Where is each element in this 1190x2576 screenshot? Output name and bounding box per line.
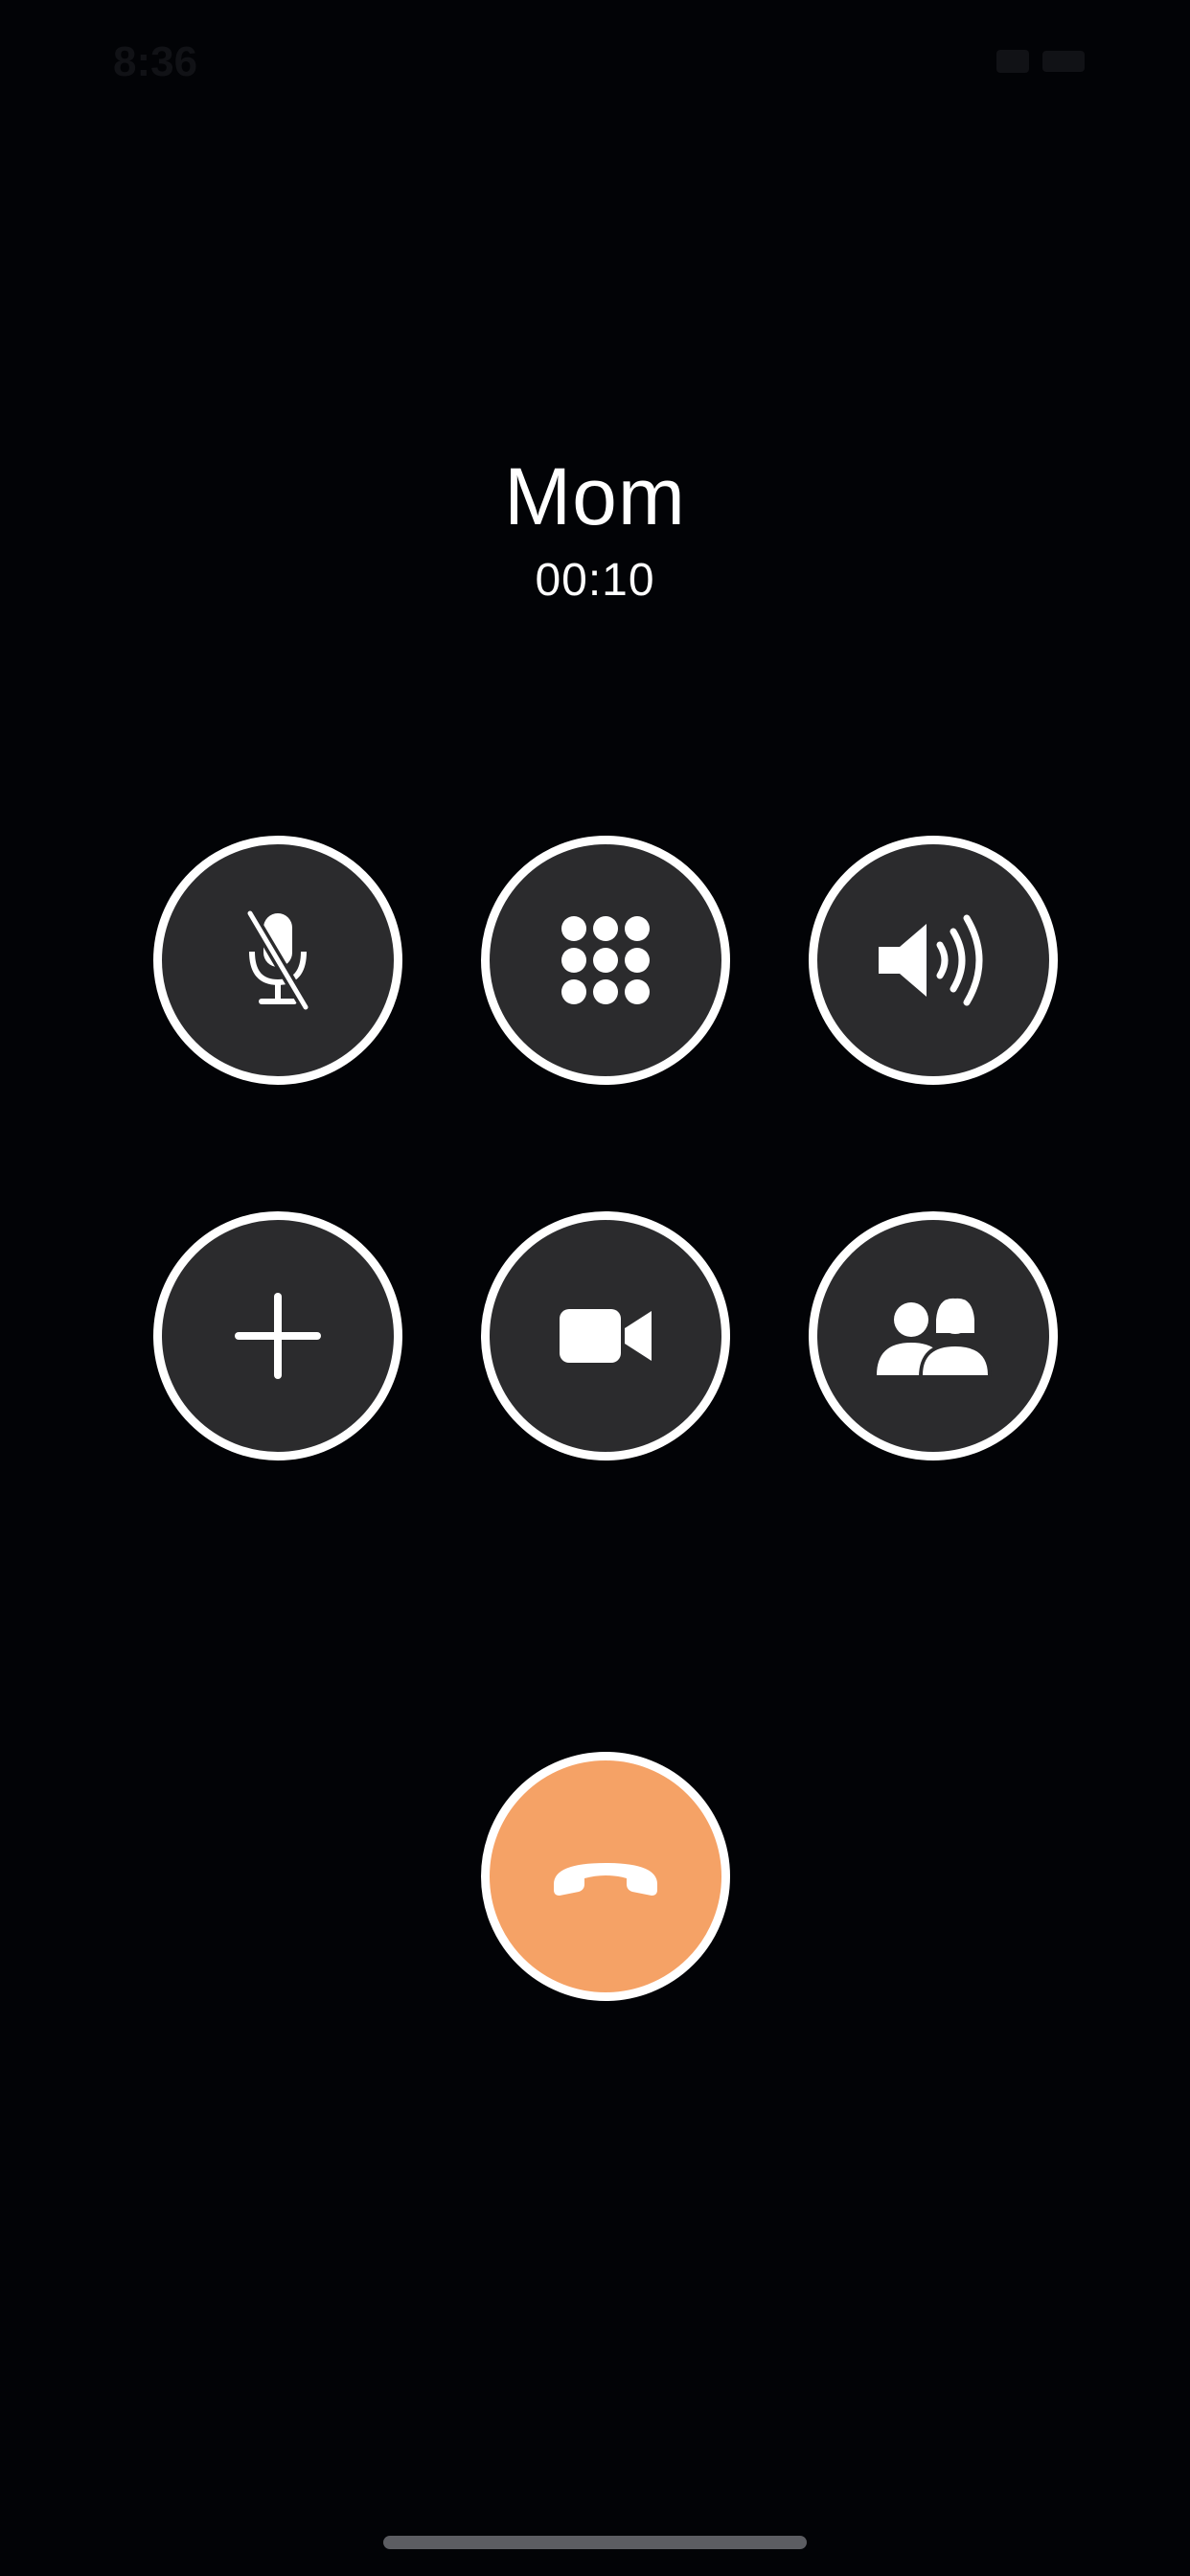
home-indicator[interactable] (383, 2536, 807, 2549)
microphone-slash-icon (244, 909, 311, 1011)
contacts-icon (877, 1298, 992, 1377)
wifi-icon (996, 50, 1029, 73)
plus-icon (235, 1293, 321, 1379)
battery-icon (1042, 51, 1085, 72)
status-time: 8:36 (113, 38, 198, 85)
mute-button[interactable] (153, 836, 402, 1085)
video-camera-icon (560, 1309, 652, 1363)
speaker-button[interactable] (809, 836, 1058, 1085)
status-icons (996, 50, 1085, 73)
status-bar: 8:36 (0, 0, 1190, 125)
keypad-icon (561, 916, 650, 1004)
contacts-button[interactable] (809, 1211, 1058, 1460)
end-call-button[interactable] (481, 1752, 730, 2001)
add-call-button[interactable] (153, 1211, 402, 1460)
phone-hangup-icon (554, 1863, 657, 1896)
keypad-button[interactable] (481, 836, 730, 1085)
speaker-icon (879, 914, 983, 1006)
caller-name: Mom (504, 451, 686, 541)
facetime-button[interactable] (481, 1211, 730, 1460)
call-timer: 00:10 (535, 555, 655, 606)
